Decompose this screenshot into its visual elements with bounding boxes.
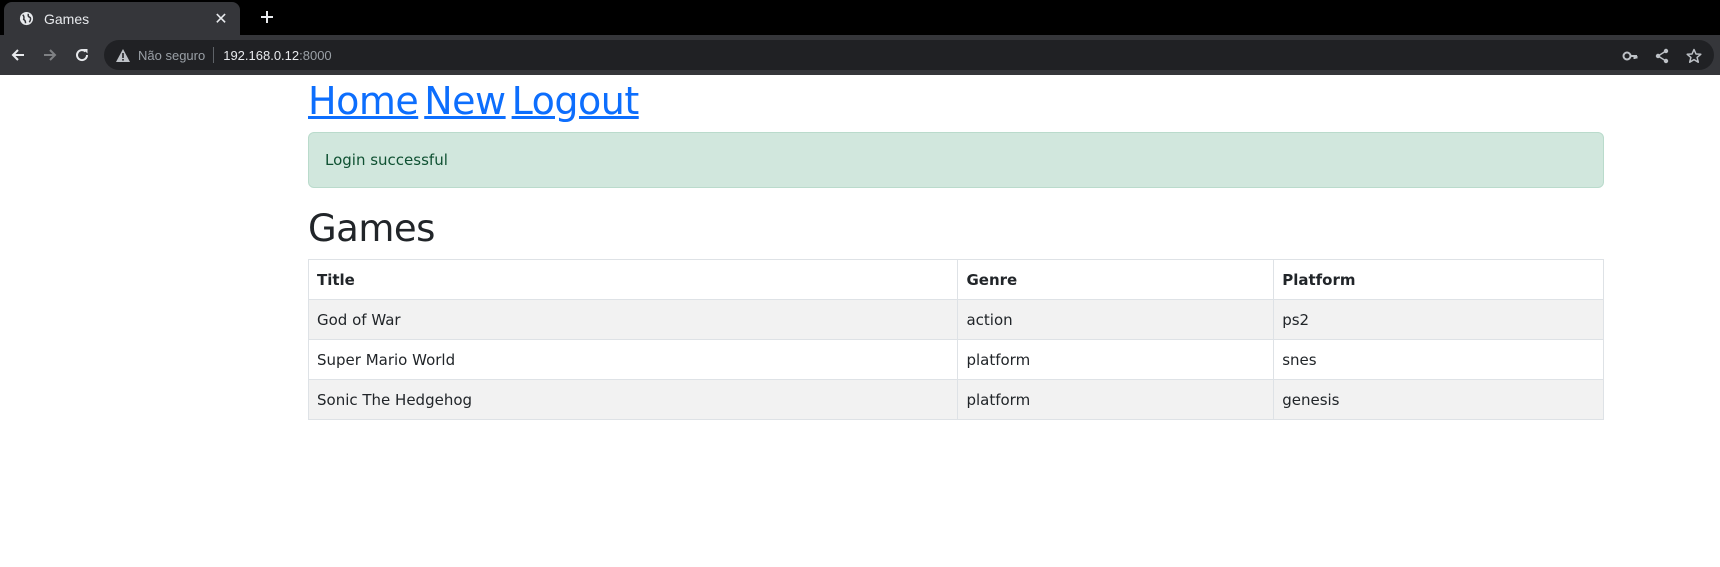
url-port: :8000 — [299, 47, 332, 63]
url-text[interactable]: 192.168.0.12:8000 — [223, 48, 331, 63]
table-row: God of War action ps2 — [307, 299, 1604, 340]
page-title: Games — [308, 207, 435, 250]
games-table: Title Genre Platform God of War action p… — [307, 259, 1604, 420]
browser-tab[interactable]: Games ✕ — [4, 2, 240, 35]
column-header-title: Title — [307, 259, 959, 300]
cell-platform: genesis — [1273, 379, 1604, 420]
top-nav: Home New Logout — [308, 78, 1604, 124]
cell-genre: platform — [957, 339, 1275, 380]
new-tab-plus-icon[interactable] — [256, 6, 278, 28]
browser-tab-strip: Games ✕ — [0, 0, 1720, 35]
new-link[interactable]: New — [424, 79, 506, 123]
home-link[interactable]: Home — [308, 79, 419, 123]
table-row: Super Mario World platform snes — [307, 339, 1604, 380]
cell-title: God of War — [307, 299, 959, 340]
table-row: Sonic The Hedgehog platform genesis — [307, 379, 1604, 420]
omnibox-divider — [213, 47, 215, 63]
column-header-platform: Platform — [1273, 259, 1604, 300]
key-icon[interactable] — [1621, 47, 1639, 65]
alert-message: Login successful — [325, 151, 448, 169]
security-status-label[interactable]: Não seguro — [138, 48, 205, 63]
table-header-row: Title Genre Platform — [307, 259, 1604, 300]
cell-platform: snes — [1273, 339, 1604, 380]
back-arrow-icon[interactable] — [7, 44, 29, 66]
tab-close-icon[interactable]: ✕ — [212, 9, 230, 28]
tab-title: Games — [44, 10, 90, 27]
warning-triangle-icon[interactable] — [114, 46, 132, 64]
bookmark-star-icon[interactable] — [1685, 47, 1703, 65]
cell-genre: platform — [957, 379, 1275, 420]
page-content: Home New Logout Login successful Games Tit… — [307, 75, 1604, 420]
forward-arrow-icon[interactable] — [39, 44, 61, 66]
address-bar[interactable]: Não seguro 192.168.0.12:8000 — [104, 40, 1714, 70]
cell-title: Sonic The Hedgehog — [307, 379, 959, 420]
cell-title: Super Mario World — [307, 339, 959, 380]
column-header-genre: Genre — [957, 259, 1275, 300]
url-host: 192.168.0.12 — [223, 47, 300, 63]
cell-genre: action — [957, 299, 1275, 340]
cell-platform: ps2 — [1273, 299, 1604, 340]
share-icon[interactable] — [1653, 47, 1671, 65]
reload-icon[interactable] — [71, 44, 93, 66]
success-alert: Login successful — [308, 132, 1604, 188]
globe-icon — [18, 11, 34, 27]
logout-link[interactable]: Logout — [512, 79, 640, 123]
